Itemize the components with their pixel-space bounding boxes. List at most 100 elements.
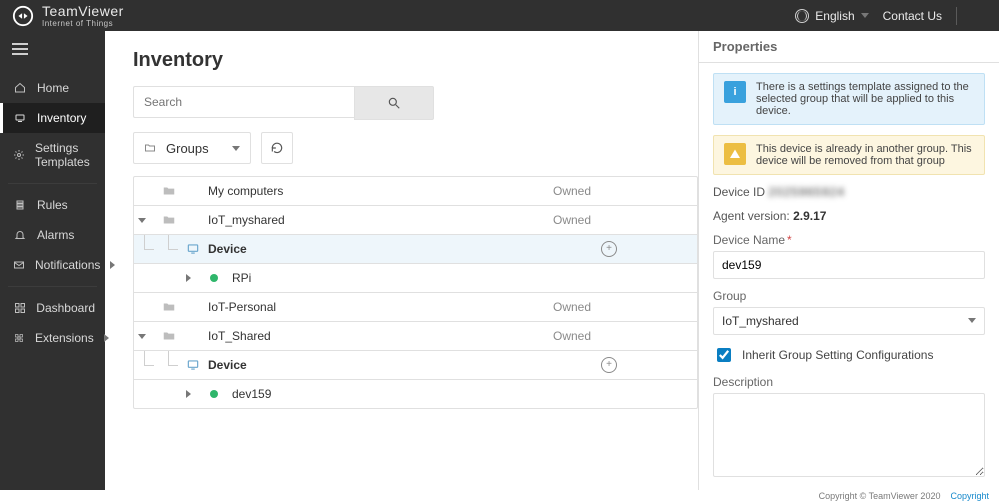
row-role: Owned <box>549 184 669 198</box>
sidebar-item-label: Extensions <box>35 331 94 345</box>
brand-logo-icon <box>12 5 34 27</box>
gear-icon <box>13 148 25 162</box>
group-row[interactable]: IoT_mysharedOwned <box>134 206 697 235</box>
tree-elbow-icon <box>162 351 176 379</box>
group-row[interactable]: IoT_SharedOwned <box>134 322 697 351</box>
chevron-down-icon <box>232 146 240 151</box>
sidebar-item-dashboard[interactable]: Dashboard <box>0 293 105 323</box>
expand-toggle[interactable] <box>134 334 158 339</box>
bell-icon <box>13 228 27 242</box>
inherit-checkbox[interactable] <box>717 348 731 362</box>
group-field: Group IoT_myshared <box>713 289 985 335</box>
separator <box>956 7 957 25</box>
plus-icon: + <box>601 241 617 257</box>
sidebar-item-notifs[interactable]: Notifications <box>0 250 105 280</box>
home-icon <box>13 81 27 95</box>
add-device-button[interactable]: + <box>549 241 669 257</box>
properties-body: i There is a settings template assigned … <box>699 63 999 490</box>
online-indicator-icon <box>210 390 218 398</box>
device-header-row[interactable]: Device + <box>134 235 697 264</box>
row-role: Owned <box>549 329 669 343</box>
expand-toggle[interactable] <box>134 218 158 223</box>
page-title: Inventory <box>133 49 698 72</box>
row-name: dev159 <box>230 387 254 401</box>
row-name: IoT_myshared <box>206 213 549 227</box>
properties-panel: Properties i There is a settings templat… <box>698 31 999 490</box>
chevron-down-icon <box>138 218 146 223</box>
rules-icon <box>13 198 27 212</box>
device-header-row[interactable]: Device + <box>134 351 697 380</box>
device-row[interactable]: dev159 <box>134 380 697 408</box>
chevron-right-icon <box>186 274 191 282</box>
sidebar-item-settingstpl[interactable]: Settings Templates <box>0 133 105 177</box>
add-device-button[interactable]: + <box>549 357 669 373</box>
device-name-label: Device Name* <box>713 233 985 247</box>
tree-elbow-icon <box>162 235 176 263</box>
sidebar-item-rules[interactable]: Rules <box>0 190 105 220</box>
inherit-checkbox-row[interactable]: Inherit Group Setting Configurations <box>713 345 985 365</box>
toolbar <box>133 86 698 120</box>
nav: Home InventorySettings Templates Rules Alar… <box>0 67 105 359</box>
row-name: Device <box>206 358 230 372</box>
language-select[interactable]: English <box>795 9 868 23</box>
group-select-value: IoT_myshared <box>722 314 799 328</box>
folder-icon <box>158 329 182 343</box>
sidebar-item-alarms[interactable]: Alarms <box>0 220 105 250</box>
row-name: IoT_Shared <box>206 329 549 343</box>
search-button[interactable] <box>354 86 434 120</box>
inherit-label: Inherit Group Setting Configurations <box>742 348 933 362</box>
brand: TeamViewer Internet of Things <box>12 4 124 28</box>
nav-divider <box>8 183 97 184</box>
plus-icon: + <box>601 357 617 373</box>
filter-label: Groups <box>166 141 209 156</box>
device-icon <box>182 242 206 256</box>
group-select[interactable]: IoT_myshared <box>713 307 985 335</box>
footer-copyright: Copyright © TeamViewer 2020 <box>819 490 941 502</box>
footer-copyright-link[interactable]: Copyright <box>950 490 989 502</box>
folder-icon <box>144 142 156 154</box>
group-label: Group <box>713 289 985 303</box>
refresh-button[interactable] <box>261 132 293 164</box>
filter-select[interactable]: Groups <box>133 132 251 164</box>
sidebar-item-label: Home <box>37 81 69 95</box>
grid-icon <box>13 301 26 315</box>
tree-elbow-icon <box>138 235 152 263</box>
toolbar-filter: Groups <box>133 132 698 164</box>
description-input[interactable] <box>713 393 985 477</box>
language-label: English <box>815 9 854 23</box>
agent-version-value: 2.9.17 <box>793 209 826 223</box>
device-name-field: Device Name* <box>713 233 985 279</box>
sidebar-item-extensions[interactable]: Extensions <box>0 323 105 353</box>
brand-name: TeamViewer Internet of Things <box>42 4 124 28</box>
device-name-input[interactable] <box>713 251 985 279</box>
refresh-icon <box>270 141 284 155</box>
row-role: Owned <box>549 213 669 227</box>
sidebar-item-label: Dashboard <box>36 301 95 315</box>
row-name: Device <box>206 242 230 256</box>
row-name: My computers <box>206 184 549 198</box>
device-id-label: Device ID <box>713 185 765 199</box>
folder-icon <box>158 184 182 198</box>
menu-toggle[interactable] <box>0 31 105 67</box>
contact-link[interactable]: Contact Us <box>883 9 942 23</box>
avatar-placeholder[interactable] <box>971 8 987 24</box>
sidebar-item-home[interactable]: Home <box>0 73 105 103</box>
shell: HomeInventorySettings TemplatesRulesAlar… <box>0 31 999 490</box>
device-row[interactable]: RPi <box>134 264 697 293</box>
properties-title: Properties <box>699 31 999 63</box>
globe-icon <box>795 9 809 23</box>
tree-elbow-icon <box>138 351 152 379</box>
row-name: IoT-Personal <box>206 300 549 314</box>
expand-toggle[interactable] <box>182 390 206 398</box>
row-role: Owned <box>549 300 669 314</box>
main: Inventory Groups <box>105 31 698 490</box>
search-input[interactable] <box>133 86 354 118</box>
folder-icon <box>158 213 182 227</box>
footer: Copyright © TeamViewer 2020 Copyright <box>0 490 999 504</box>
group-row[interactable]: IoT-PersonalOwned <box>134 293 697 322</box>
expand-toggle[interactable] <box>182 274 206 282</box>
sidebar-item-inventory[interactable]: Inventory <box>0 103 105 133</box>
sidebar-item-label: Rules <box>37 198 68 212</box>
chevron-down-icon <box>861 13 869 18</box>
group-row[interactable]: My computersOwned <box>134 177 697 206</box>
